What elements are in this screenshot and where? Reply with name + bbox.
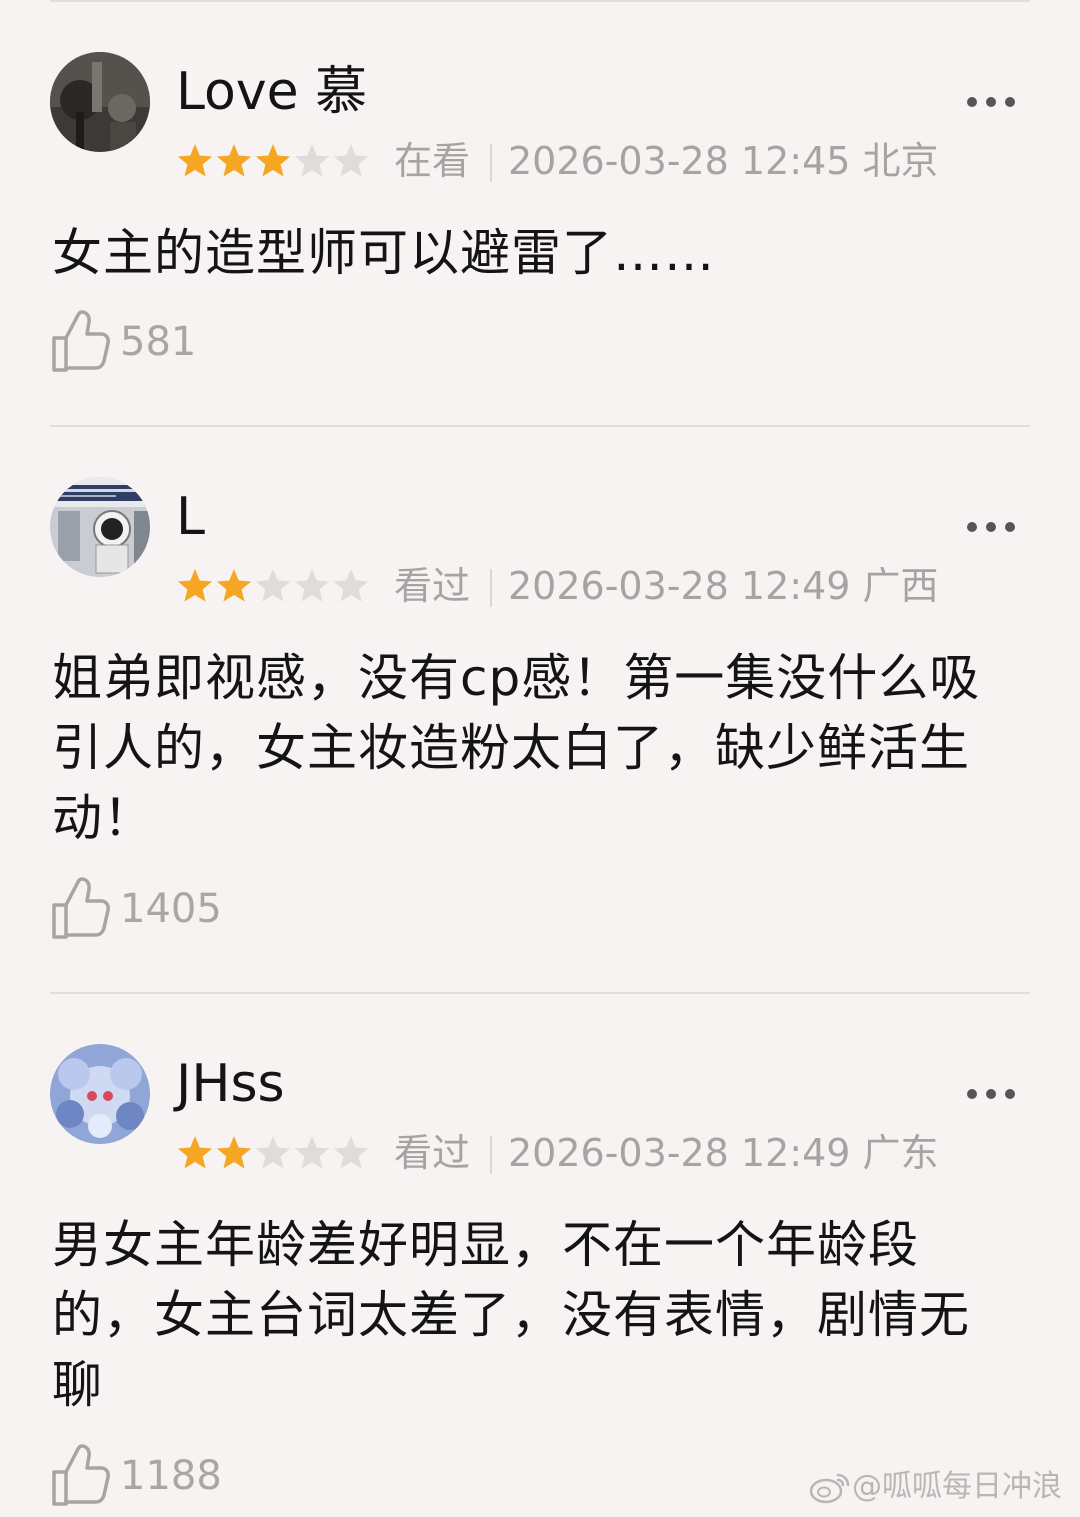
top-divider (50, 0, 1030, 2)
watch-status: 在看 (394, 139, 471, 183)
like-count: 581 (120, 319, 197, 365)
review-meta: 看过 2026-03-28 12:49 广西 (176, 561, 1036, 611)
review-datetime: 2026-03-28 12:49 广东 (508, 1131, 939, 1175)
star-filled-icon (255, 144, 291, 177)
more-dots-icon (967, 1089, 1015, 1099)
star-empty-icon (294, 144, 330, 177)
username[interactable]: L (176, 485, 205, 549)
review-datetime: 2026-03-28 12:45 北京 (508, 139, 939, 183)
more-options-button[interactable] (958, 511, 1024, 541)
meta-separator (490, 569, 492, 607)
watermark-text: @呱呱每日冲浪 (852, 1469, 1062, 1504)
star-filled-icon (177, 1136, 213, 1169)
review-content: 男女主年龄差好明显，不在一个年龄段的，女主台词太差了，没有表情，剧情无聊 (52, 1216, 970, 1414)
review-meta: 看过 2026-03-28 12:49 广东 (176, 1128, 1036, 1178)
avatar[interactable] (50, 477, 150, 577)
watch-status: 看过 (394, 1131, 471, 1175)
thumbs-up-icon (50, 1444, 110, 1508)
meta-separator (490, 144, 492, 182)
avatar[interactable] (50, 52, 150, 152)
review-datetime: 2026-03-28 12:49 广西 (508, 564, 939, 608)
more-options-button[interactable] (958, 1078, 1024, 1108)
star-filled-icon (216, 569, 252, 602)
star-filled-icon (216, 1136, 252, 1169)
review-divider (50, 425, 1030, 427)
review-content: 姐弟即视感，没有cp感！第一集没什么吸引人的，女主妆造粉太白了，缺少鲜活生动！ (52, 649, 981, 847)
review-meta: 在看 2026-03-28 12:45 北京 (176, 136, 1036, 186)
meta-separator (490, 1136, 492, 1174)
avatar[interactable] (50, 1044, 150, 1144)
more-dots-icon (967, 97, 1015, 107)
star-filled-icon (216, 144, 252, 177)
review-content: 女主的造型师可以避雷了…… (52, 224, 715, 282)
thumbs-up-icon (50, 877, 110, 941)
star-empty-icon (333, 569, 369, 602)
star-empty-icon (333, 1136, 369, 1169)
watch-status: 看过 (394, 564, 471, 608)
like-button[interactable]: 581 (50, 310, 310, 374)
username[interactable]: Love 慕 (176, 60, 367, 124)
like-button[interactable]: 1188 (50, 1444, 310, 1508)
like-count: 1405 (120, 886, 222, 932)
star-empty-icon (294, 569, 330, 602)
more-dots-icon (967, 522, 1015, 532)
star-empty-icon (294, 1136, 330, 1169)
star-rating (176, 567, 372, 605)
watermark: @呱呱每日冲浪 (808, 1465, 1068, 1509)
review-divider (50, 992, 1030, 994)
like-button[interactable]: 1405 (50, 877, 310, 941)
star-filled-icon (177, 569, 213, 602)
more-options-button[interactable] (958, 86, 1024, 116)
star-empty-icon (255, 1136, 291, 1169)
weibo-logo-icon (808, 1469, 852, 1505)
username[interactable]: JHss (176, 1052, 285, 1116)
star-empty-icon (333, 144, 369, 177)
star-rating (176, 142, 372, 180)
star-rating (176, 1134, 372, 1172)
star-filled-icon (177, 144, 213, 177)
star-empty-icon (255, 569, 291, 602)
like-count: 1188 (120, 1453, 222, 1499)
thumbs-up-icon (50, 310, 110, 374)
